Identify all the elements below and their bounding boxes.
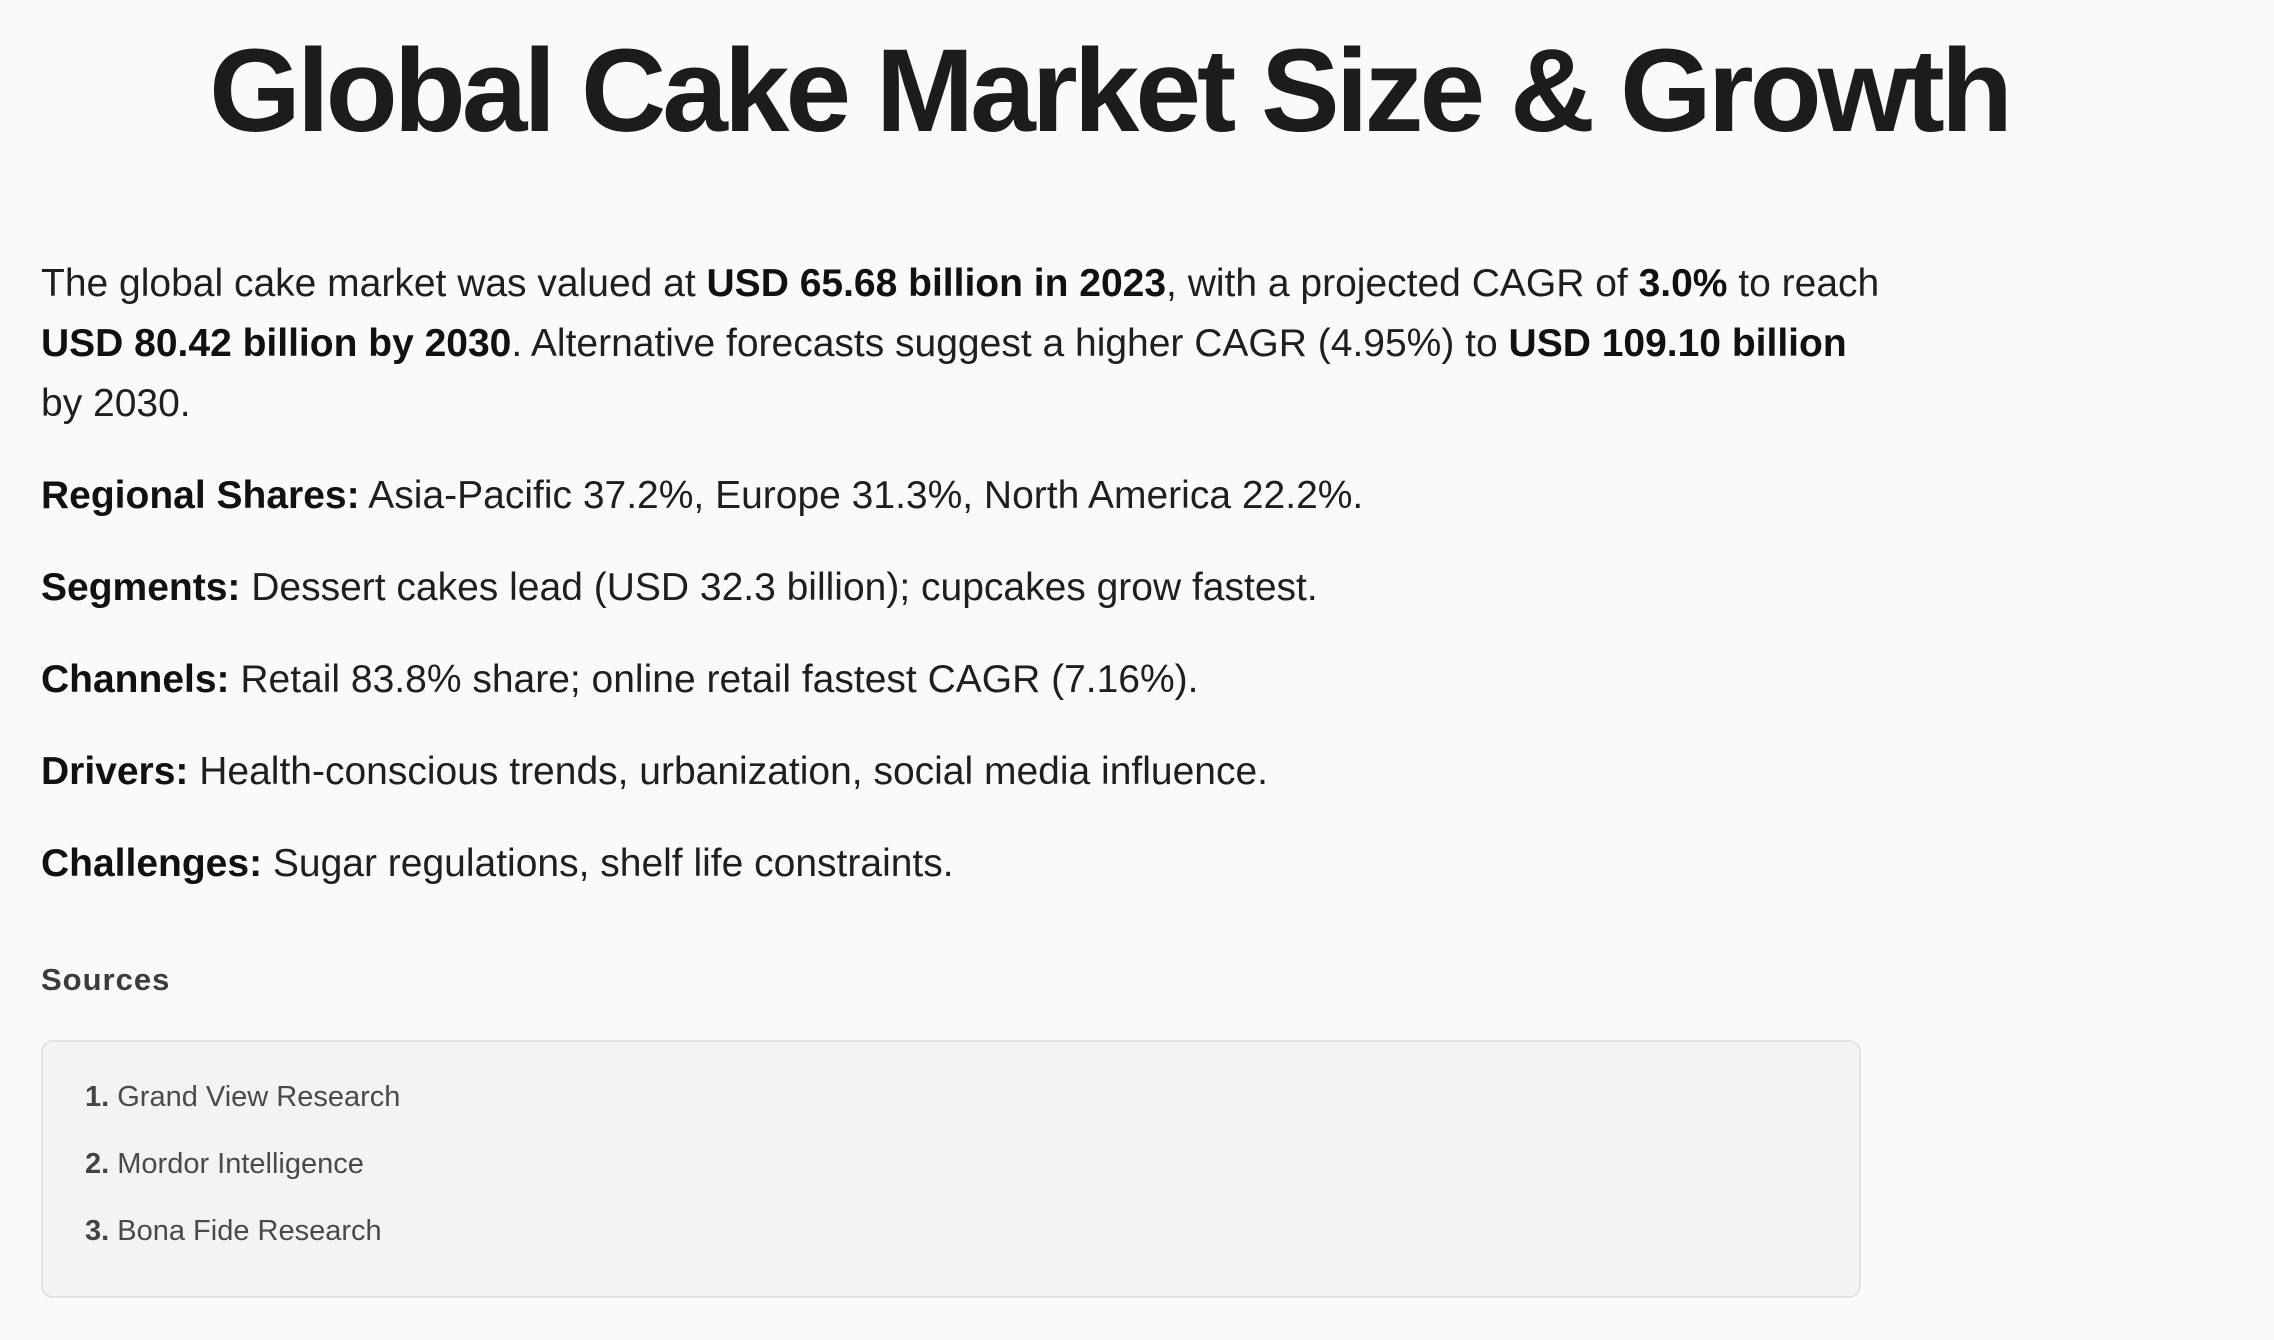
intro-highlight: 3.0% xyxy=(1638,262,1728,305)
fact-regional-shares: Regional Shares: Asia-Pacific 37.2%, Eur… xyxy=(41,466,1881,526)
fact-text: Sugar regulations, shelf life constraint… xyxy=(262,842,954,885)
source-link[interactable]: Bona Fide Research xyxy=(117,1215,381,1247)
source-number: 1. xyxy=(85,1081,110,1113)
intro-highlight: USD 65.68 billion in 2023 xyxy=(706,262,1167,305)
fact-drivers: Drivers: Health-conscious trends, urbani… xyxy=(41,742,1881,802)
source-number: 3. xyxy=(85,1215,110,1247)
source-link[interactable]: Mordor Intelligence xyxy=(117,1148,364,1180)
fact-label: Regional Shares: xyxy=(41,474,360,517)
intro-paragraph: The global cake market was valued at USD… xyxy=(41,254,1881,434)
source-item: 2. Mordor Intelligence xyxy=(85,1147,1859,1181)
fact-text: Health-conscious trends, urbanization, s… xyxy=(188,750,1269,793)
fact-text: Asia-Pacific 37.2%, Europe 31.3%, North … xyxy=(359,474,1364,517)
sources-heading: Sources xyxy=(41,962,171,997)
article-body: The global cake market was valued at USD… xyxy=(41,254,1881,926)
fact-label: Challenges: xyxy=(41,842,263,885)
intro-highlight: USD 80.42 billion by 2030 xyxy=(41,322,512,365)
source-number: 2. xyxy=(85,1148,110,1180)
fact-text: Dessert cakes lead (USD 32.3 billion); c… xyxy=(240,566,1318,609)
intro-text: to reach xyxy=(1727,262,1880,305)
intro-text: by 2030. xyxy=(41,382,191,425)
intro-highlight: USD 109.10 billion xyxy=(1508,322,1847,365)
intro-text: The global cake market was valued at xyxy=(41,262,707,305)
fact-segments: Segments: Dessert cakes lead (USD 32.3 b… xyxy=(41,558,1881,618)
fact-challenges: Challenges: Sugar regulations, shelf lif… xyxy=(41,834,1881,894)
source-item: 1. Grand View Research xyxy=(85,1080,1859,1114)
fact-label: Channels: xyxy=(41,658,230,701)
source-item: 3. Bona Fide Research xyxy=(85,1214,1859,1248)
fact-text: Retail 83.8% share; online retail fastes… xyxy=(229,658,1199,701)
fact-label: Segments: xyxy=(41,566,241,609)
source-link[interactable]: Grand View Research xyxy=(117,1081,400,1113)
sources-list: 1. Grand View Research 2. Mordor Intelli… xyxy=(41,1040,1861,1298)
intro-text: , with a projected CAGR of xyxy=(1166,262,1639,305)
intro-text: . Alternative forecasts suggest a higher… xyxy=(511,322,1509,365)
fact-channels: Channels: Retail 83.8% share; online ret… xyxy=(41,650,1881,710)
page-title: Global Cake Market Size & Growth xyxy=(209,25,2013,157)
fact-label: Drivers: xyxy=(41,750,189,793)
